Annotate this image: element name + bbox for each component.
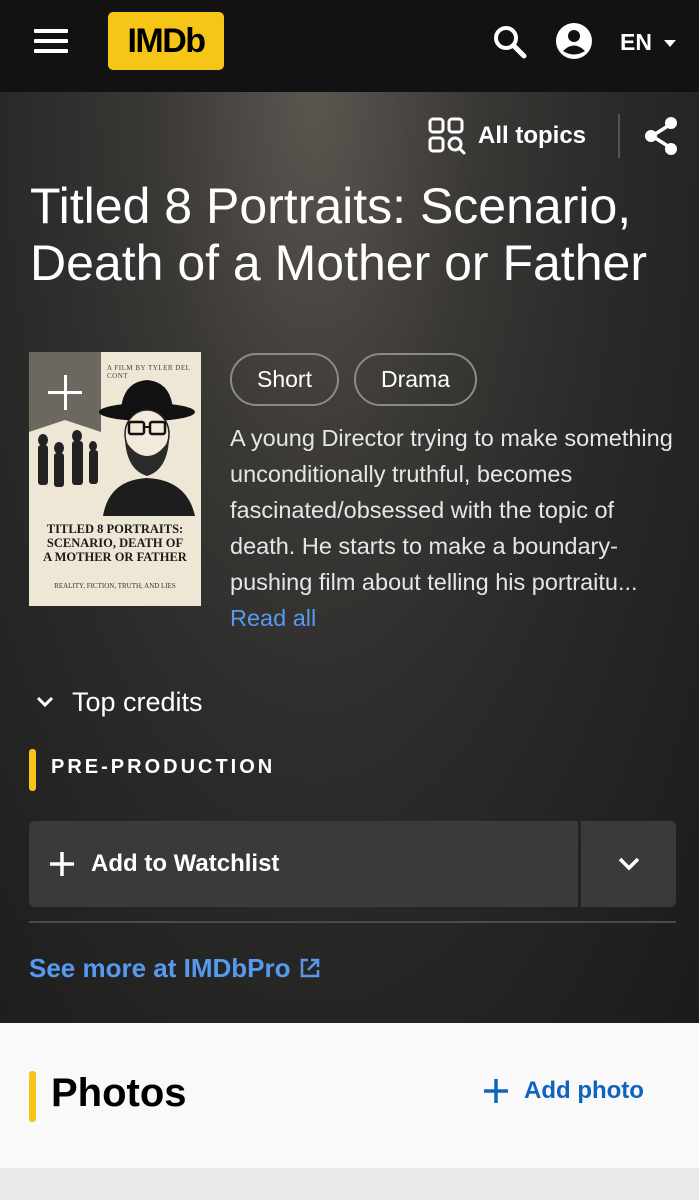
- poster-title: TITLED 8 PORTRAITS: SCENARIO, DEATH OF A…: [29, 522, 201, 564]
- grid-search-icon: [428, 117, 466, 155]
- poster-credit-line: A FILM BY TYLER DEL CONT: [107, 364, 191, 380]
- chevron-down-icon: [618, 857, 639, 871]
- external-link-icon: [300, 958, 319, 978]
- divider: [29, 921, 676, 923]
- hamburger-menu-icon[interactable]: [30, 26, 72, 58]
- poster-title-line: TITLED 8 PORTRAITS:: [46, 522, 184, 536]
- read-all-link[interactable]: Read all: [230, 605, 316, 631]
- imdb-logo[interactable]: IMDb: [108, 12, 224, 70]
- all-topics-label: All topics: [478, 122, 587, 149]
- photos-section: Photos Add photo: [0, 1023, 699, 1168]
- top-credits-toggle[interactable]: Top credits: [36, 682, 203, 722]
- genre-chip-short[interactable]: Short: [230, 353, 339, 406]
- account-circle-icon[interactable]: [554, 20, 594, 62]
- all-topics-button[interactable]: All topics: [428, 116, 586, 156]
- search-icon[interactable]: [490, 22, 530, 62]
- poster-subtitle: REALITY, FICTION, TRUTH, AND LIES: [54, 582, 176, 590]
- status-label: PRE-PRODUCTION: [51, 756, 276, 778]
- add-photo-button[interactable]: Add photo: [482, 1073, 644, 1109]
- chevron-down-icon: [36, 696, 54, 708]
- genre-chip-drama[interactable]: Drama: [354, 353, 477, 406]
- imdbpro-label: See more at IMDbPro: [29, 952, 291, 983]
- page-title: Titled 8 Portraits: Scenario, Death of a…: [30, 178, 647, 291]
- photos-heading: Photos: [51, 1071, 187, 1115]
- caret-down-icon: [663, 39, 676, 47]
- poster-image[interactable]: A FILM BY TYLER DEL CONT TITLED 8 PORTRA…: [29, 352, 201, 606]
- top-credits-label: Top credits: [72, 686, 203, 717]
- title-hero: All topics Titled 8 Portraits: Scenario,…: [0, 92, 699, 1023]
- language-label: EN: [620, 28, 652, 55]
- plot-text: A young Director trying to make somethin…: [230, 425, 673, 595]
- language-selector[interactable]: EN: [620, 24, 676, 60]
- plus-icon: [484, 1079, 508, 1103]
- plus-icon: [50, 852, 74, 876]
- watchlist-options-button[interactable]: [581, 821, 676, 907]
- section-accent-bar: [29, 1071, 36, 1122]
- poster-title-line: SCENARIO, DEATH OF: [46, 536, 184, 550]
- imdbpro-link[interactable]: See more at IMDbPro: [29, 950, 321, 986]
- plus-icon-stroke: [63, 375, 67, 410]
- add-to-watchlist-button[interactable]: Add to Watchlist: [29, 821, 578, 907]
- add-photo-label: Add photo: [524, 1077, 644, 1104]
- status-accent-bar: [29, 749, 36, 791]
- top-nav-bar: IMDb EN: [0, 0, 699, 92]
- add-to-watchlist-ribbon[interactable]: [29, 352, 101, 432]
- watchlist-label: Add to Watchlist: [91, 850, 280, 877]
- plot-summary: A young Director trying to make somethin…: [230, 420, 680, 636]
- share-icon[interactable]: [640, 114, 682, 158]
- divider: [618, 114, 620, 158]
- poster-title-line: A MOTHER OR FATHER: [43, 550, 187, 564]
- page-bottom: [0, 1168, 699, 1200]
